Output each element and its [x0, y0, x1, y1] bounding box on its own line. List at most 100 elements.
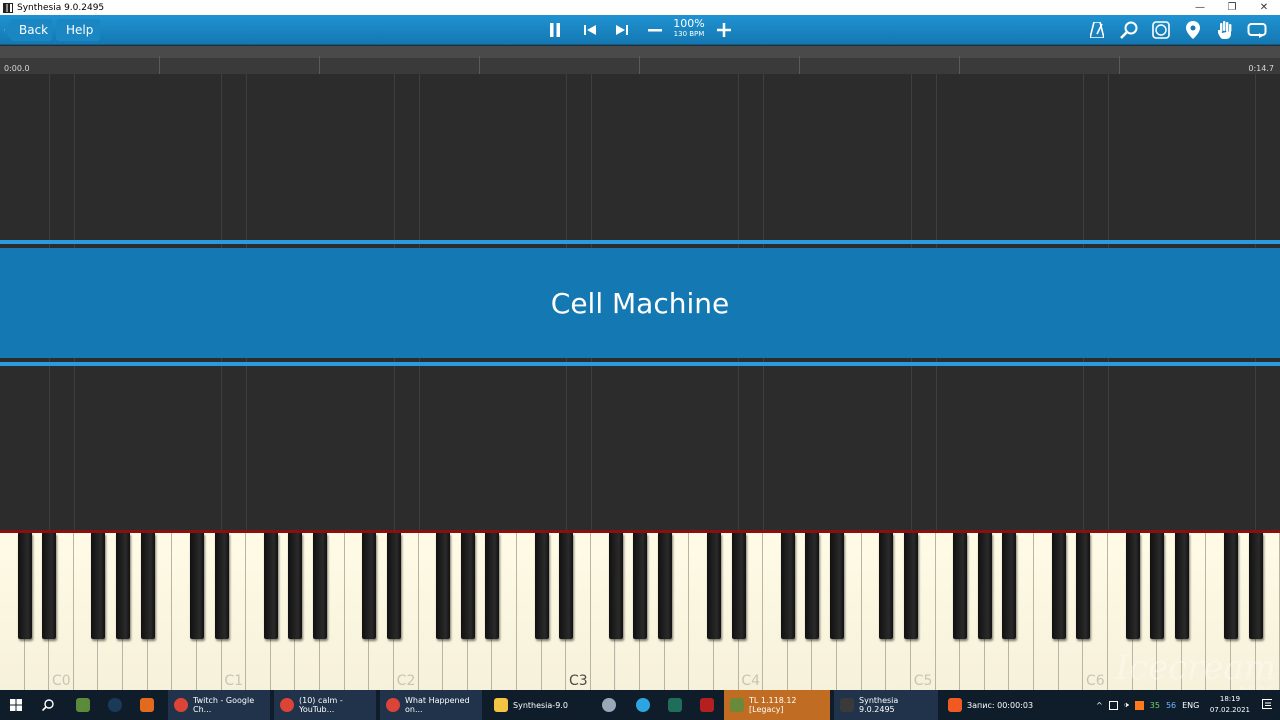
next-icon	[616, 25, 628, 35]
taskbar-steam-button[interactable]	[102, 690, 128, 720]
black-key[interactable]	[559, 533, 574, 639]
black-key[interactable]	[91, 533, 106, 639]
taskbar-recorder[interactable]: Запис: 00:00:03	[942, 690, 1046, 720]
black-key[interactable]	[1150, 533, 1165, 639]
song-timeline[interactable]: 0:00.0 0:14.7	[0, 46, 1280, 74]
maximize-button[interactable]: ❐	[1216, 0, 1248, 15]
black-key[interactable]	[116, 533, 131, 639]
black-key[interactable]	[1125, 533, 1140, 639]
black-key[interactable]	[534, 533, 549, 639]
song-title: Cell Machine	[550, 286, 730, 320]
black-key[interactable]	[1051, 533, 1066, 639]
black-key[interactable]	[460, 533, 475, 639]
faster-button[interactable]	[709, 15, 739, 45]
taskbar-tlauncher[interactable]: TL 1.118.12 [Legacy]	[724, 690, 830, 720]
black-key[interactable]	[42, 533, 57, 639]
black-key[interactable]	[485, 533, 500, 639]
octave-label: C0	[52, 673, 71, 689]
black-key[interactable]	[436, 533, 451, 639]
taskbar-paint-button[interactable]	[596, 690, 620, 720]
previous-button[interactable]	[575, 15, 605, 45]
next-button[interactable]	[607, 15, 637, 45]
octave-label: C5	[913, 673, 933, 689]
learning-button[interactable]	[1146, 15, 1176, 45]
black-key[interactable]	[1076, 533, 1091, 639]
timeline-tick	[639, 56, 640, 74]
tray-app-icon[interactable]	[1108, 700, 1118, 710]
black-key[interactable]	[214, 533, 229, 639]
black-key[interactable]	[731, 533, 746, 639]
volume-icon[interactable]: 🕩	[1124, 700, 1129, 710]
black-key[interactable]	[903, 533, 918, 639]
black-key[interactable]	[633, 533, 648, 639]
start-button[interactable]	[4, 690, 28, 720]
black-key[interactable]	[189, 533, 204, 639]
timeline-tick	[959, 56, 960, 74]
black-key[interactable]	[608, 533, 623, 639]
timeline-tick	[479, 56, 480, 74]
taskbar-what-happened-chrome[interactable]: What Happened on...	[380, 690, 482, 720]
timeline-tick	[319, 56, 320, 74]
taskbar-item-label: TL 1.118.12 [Legacy]	[749, 696, 797, 714]
black-key[interactable]	[780, 533, 795, 639]
tray-arrow-icon[interactable]: ^	[1096, 701, 1103, 710]
metronome-button[interactable]	[1082, 15, 1112, 45]
taskbar-youtube-chrome[interactable]: (10) calm - YouTub...	[274, 690, 376, 720]
red-app-icon	[700, 698, 714, 712]
loop-button[interactable]	[1242, 15, 1272, 45]
black-key[interactable]	[879, 533, 894, 639]
system-clock[interactable]: 18:19 07.02.2021	[1210, 694, 1250, 716]
black-key[interactable]	[362, 533, 377, 639]
location-button[interactable]	[1178, 15, 1208, 45]
black-key[interactable]	[1002, 533, 1017, 639]
taskbar-item-label: Запис: 00:00:03	[967, 700, 1034, 710]
song-title-banner: Cell Machine	[0, 240, 1280, 368]
hand-button[interactable]	[1210, 15, 1240, 45]
black-key[interactable]	[977, 533, 992, 639]
taskbar-twitch-chrome[interactable]: Twitch - Google Ch...	[168, 690, 270, 720]
black-key[interactable]	[1224, 533, 1238, 639]
piano-keyboard[interactable]: C0 C1 C2 C3 C4 C5 C6	[0, 530, 1280, 690]
search-button[interactable]	[1114, 15, 1144, 45]
input-language[interactable]: ENG	[1182, 701, 1199, 710]
taskbar-shield-button[interactable]	[134, 690, 160, 720]
black-key[interactable]	[706, 533, 721, 639]
black-key[interactable]	[140, 533, 155, 639]
action-center-button[interactable]	[1256, 690, 1278, 720]
paint-icon	[602, 698, 616, 712]
hand-icon	[1218, 21, 1232, 39]
tray-icecream-icon[interactable]	[1134, 700, 1144, 710]
back-button[interactable]: Back	[4, 19, 52, 41]
chrome-icon	[174, 698, 188, 712]
close-button[interactable]: ✕	[1248, 0, 1280, 15]
black-key[interactable]	[386, 533, 401, 639]
black-key[interactable]	[313, 533, 328, 639]
black-key[interactable]	[805, 533, 820, 639]
black-key[interactable]	[263, 533, 278, 639]
taskbar-minecraft-button[interactable]	[70, 690, 96, 720]
minimize-button[interactable]: —	[1184, 0, 1216, 15]
black-key[interactable]	[953, 533, 968, 639]
black-key[interactable]	[17, 533, 32, 639]
window-controls: — ❐ ✕	[1184, 0, 1280, 15]
taskbar-synthesia-app[interactable]: Synthesia 9.0.2495	[834, 690, 938, 720]
pause-button[interactable]	[540, 15, 570, 45]
taskbar-arrow-app-button[interactable]	[662, 690, 686, 720]
black-key[interactable]	[1174, 533, 1189, 639]
black-key[interactable]	[657, 533, 672, 639]
previous-icon	[584, 25, 596, 35]
black-key[interactable]	[288, 533, 303, 639]
help-button[interactable]: Help	[56, 19, 100, 41]
black-key[interactable]	[830, 533, 845, 639]
taskbar-synthesia-folder[interactable]: Synthesia-9.0	[488, 690, 590, 720]
taskbar-red-app-button[interactable]	[694, 690, 718, 720]
window-title: Synthesia 9.0.2495	[17, 2, 105, 13]
banner-body: Cell Machine	[0, 248, 1280, 358]
taskbar-telegram-button[interactable]	[630, 690, 654, 720]
taskbar-search-button[interactable]	[36, 690, 60, 720]
black-key[interactable]	[1248, 533, 1263, 639]
learning-icon	[1152, 21, 1170, 39]
timeline-end-time: 0:14.7	[1248, 64, 1274, 73]
notification-icon	[1262, 699, 1272, 709]
slower-button[interactable]	[640, 15, 670, 45]
